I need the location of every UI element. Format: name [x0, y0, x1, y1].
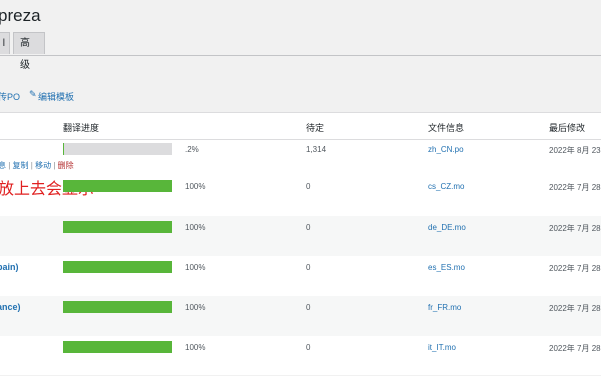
modified-date: 2022年 7月 28 — [549, 183, 601, 192]
pencil-icon: ✎ — [29, 89, 37, 99]
table-row: ance) 100% 0 fr_FR.mo 2022年 7月 28 — [0, 296, 601, 336]
progress-percent: 100% — [185, 303, 206, 312]
file-link[interactable]: fr_FR.mo — [428, 303, 461, 312]
header-pending: 待定 — [306, 123, 325, 133]
progress-bar — [63, 180, 172, 192]
file-link[interactable]: de_DE.mo — [428, 223, 466, 232]
progress-fill — [63, 221, 172, 233]
progress-percent: 100% — [185, 223, 206, 232]
separator: | — [53, 161, 56, 170]
modified-date: 2022年 7月 28 — [549, 344, 601, 353]
table-row: 100% 0 it_IT.mo 2022年 7月 28 — [0, 336, 601, 376]
modified-date: 2022年 7月 28 — [549, 224, 601, 233]
progress-bar — [63, 143, 172, 155]
delete-link[interactable]: 删除 — [58, 161, 74, 170]
file-link[interactable]: it_IT.mo — [428, 343, 456, 352]
modified-date: 2022年 7月 28 — [549, 264, 601, 273]
progress-fill — [63, 301, 172, 313]
progress-bar — [63, 301, 172, 313]
file-link[interactable]: zh_CN.po — [428, 145, 464, 154]
upload-po-link[interactable]: 传PO — [0, 90, 20, 103]
pending-count: 0 — [306, 263, 311, 272]
info-link[interactable]: 息 — [0, 161, 6, 170]
progress-fill — [63, 180, 172, 192]
separator: | — [30, 161, 33, 170]
page-title: preza — [0, 6, 41, 25]
edit-template-link[interactable]: 编辑模板 — [38, 90, 74, 103]
pending-count: 0 — [306, 303, 311, 312]
table-row: .2% 1,314 zh_CN.po 2022年 8月 23 息 | 复制 | … — [0, 140, 601, 198]
table-row: pain) 100% 0 es_ES.mo 2022年 7月 28 — [0, 256, 601, 296]
row-actions: 息 | 复制 | 移动 | 删除 — [0, 160, 74, 171]
progress-fill — [63, 261, 172, 273]
progress-percent: 100% — [185, 182, 206, 191]
language-name[interactable]: ance) — [0, 302, 21, 312]
header-progress: 翻译进度 — [63, 123, 100, 133]
modified-date: 2022年 7月 28 — [549, 304, 601, 313]
progress-bar — [63, 261, 172, 273]
file-link[interactable]: cs_CZ.mo — [428, 182, 464, 191]
progress-percent: 100% — [185, 263, 206, 272]
pending-count: 1,314 — [306, 145, 327, 154]
move-link[interactable]: 移动 — [35, 161, 51, 170]
tab-advanced[interactable]: 高级 — [13, 32, 45, 71]
pending-count: 0 — [306, 182, 311, 191]
copy-link[interactable]: 复制 — [13, 161, 29, 170]
progress-bar — [63, 221, 172, 233]
table-row: 100% 0 de_DE.mo 2022年 7月 28 — [0, 216, 601, 256]
progress-percent: 100% — [185, 343, 206, 352]
header-file-info: 文件信息 — [428, 123, 465, 133]
table-row: 100% 0 cs_CZ.mo 2022年 7月 28 — [0, 180, 601, 220]
separator: | — [8, 161, 11, 170]
header-last-modified: 最后修改 — [549, 123, 586, 133]
modified-date: 2022年 8月 23 — [549, 146, 601, 155]
translations-table: 翻译进度 待定 文件信息 最后修改 .2% 1,314 zh_CN.po 202… — [0, 112, 601, 375]
progress-percent: .2% — [185, 145, 199, 154]
progress-bar — [63, 341, 172, 353]
language-name[interactable]: pain) — [0, 262, 19, 272]
progress-fill — [63, 341, 172, 353]
pending-count: 0 — [306, 343, 311, 352]
tab-divider — [0, 55, 601, 56]
pending-count: 0 — [306, 223, 311, 232]
progress-fill — [63, 143, 65, 155]
tab-basic[interactable]: l — [0, 32, 10, 54]
file-link[interactable]: es_ES.mo — [428, 263, 465, 272]
